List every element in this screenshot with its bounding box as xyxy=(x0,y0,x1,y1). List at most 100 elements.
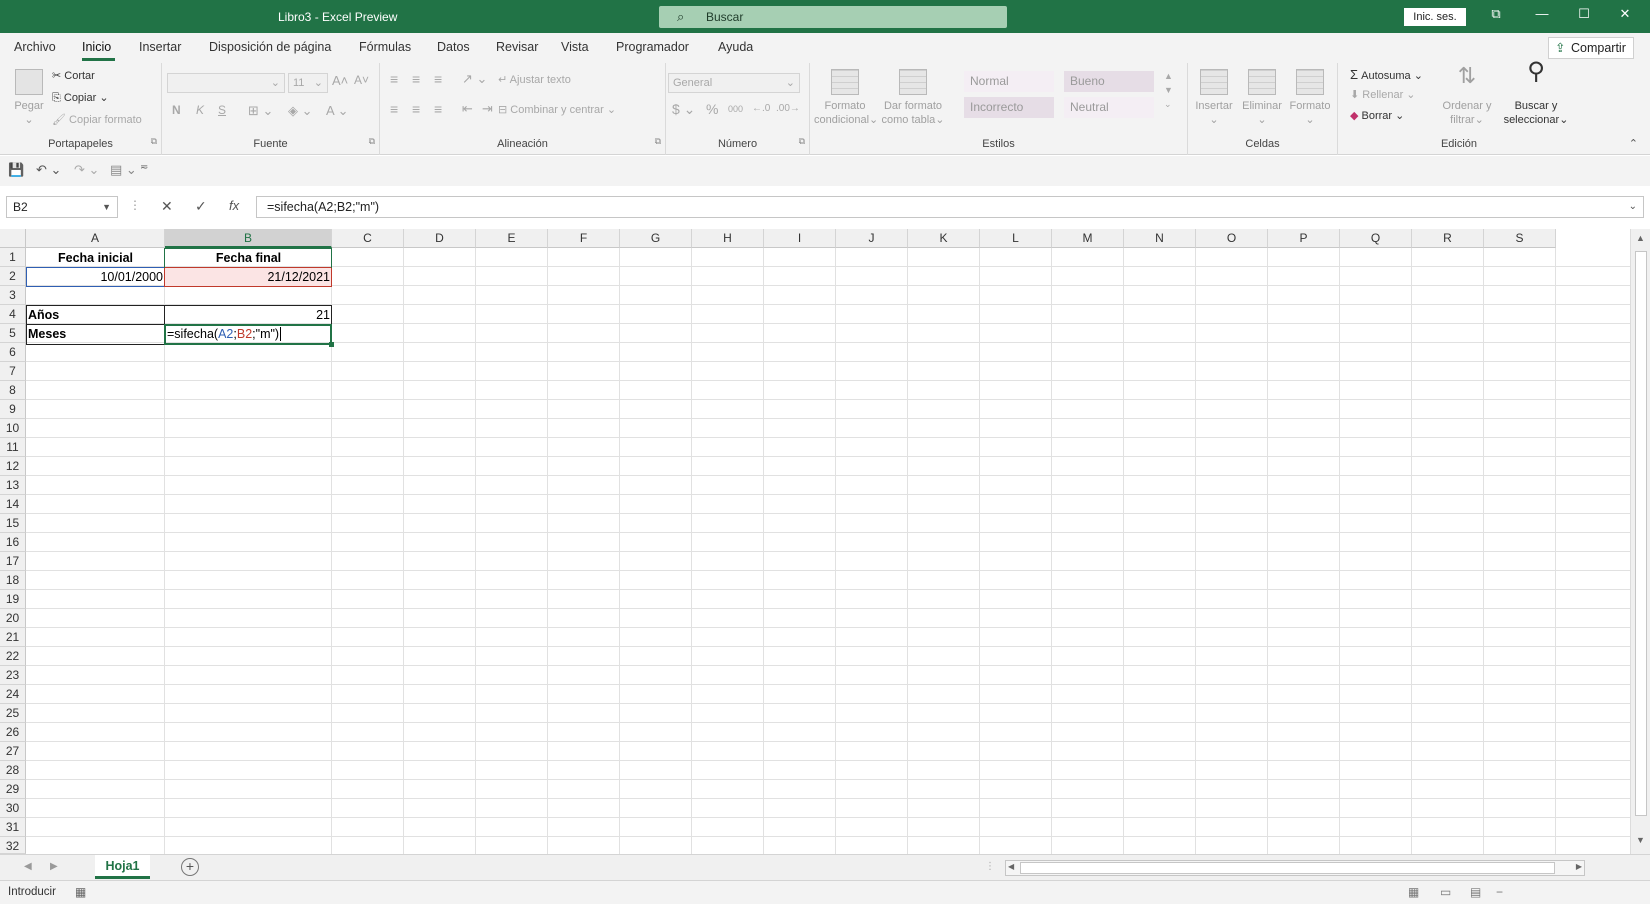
tab-vista[interactable]: Vista xyxy=(561,40,589,54)
cell-a5[interactable]: Meses xyxy=(26,325,165,344)
name-box[interactable]: B2 ▼ xyxy=(6,196,118,218)
column-header-f[interactable]: F xyxy=(548,229,620,248)
italic-button[interactable]: K xyxy=(196,103,204,117)
row-header-20[interactable]: 20 xyxy=(0,609,26,628)
tab-insertar[interactable]: Insertar xyxy=(139,40,181,54)
close-icon[interactable]: ✕ xyxy=(1615,6,1635,26)
bold-button[interactable]: N xyxy=(172,103,181,117)
row-header-29[interactable]: 29 xyxy=(0,780,26,799)
column-header-g[interactable]: G xyxy=(620,229,692,248)
row-header-8[interactable]: 8 xyxy=(0,381,26,400)
row-header-11[interactable]: 11 xyxy=(0,438,26,457)
row-header-16[interactable]: 16 xyxy=(0,533,26,552)
row-header-1[interactable]: 1 xyxy=(0,248,26,267)
row-header-13[interactable]: 13 xyxy=(0,476,26,495)
tab-datos[interactable]: Datos xyxy=(437,40,470,54)
fill-handle[interactable] xyxy=(329,342,334,347)
increase-indent-icon[interactable]: ⇥ xyxy=(482,101,493,117)
cell-a2[interactable]: 10/01/2000 xyxy=(26,268,165,287)
tab-disposicion[interactable]: Disposición de página xyxy=(209,40,331,54)
percent-button[interactable]: % xyxy=(706,101,718,117)
align-bottom-icon[interactable]: ≡ xyxy=(434,71,442,87)
tab-archivo[interactable]: Archivo xyxy=(14,40,56,54)
align-top-icon[interactable]: ≡ xyxy=(390,71,398,87)
sort-filter-button[interactable]: ⇅ Ordenar y filtrar⌄ xyxy=(1438,65,1496,127)
column-header-l[interactable]: L xyxy=(980,229,1052,248)
insert-function-icon[interactable]: fx xyxy=(229,198,239,213)
column-header-n[interactable]: N xyxy=(1124,229,1196,248)
row-header-19[interactable]: 19 xyxy=(0,590,26,609)
column-header-e[interactable]: E xyxy=(476,229,548,248)
column-header-r[interactable]: R xyxy=(1412,229,1484,248)
style-bueno[interactable]: Bueno xyxy=(1064,71,1154,92)
row-header-26[interactable]: 26 xyxy=(0,723,26,742)
row-header-3[interactable]: 3 xyxy=(0,286,26,305)
font-size-combo[interactable]: 11 ⌄ xyxy=(288,73,328,93)
scroll-right-icon[interactable]: ▶ xyxy=(1576,862,1582,871)
paste-button[interactable]: Pegar ⌄ xyxy=(10,69,48,127)
row-header-30[interactable]: 30 xyxy=(0,799,26,818)
dialog-launcher-icon[interactable]: ⧉ xyxy=(369,136,375,147)
thousands-button[interactable]: 000 xyxy=(728,104,743,114)
format-as-table-button[interactable]: Dar formato como tabla⌄ xyxy=(880,69,946,127)
page-break-icon[interactable]: ▤ xyxy=(1470,885,1481,899)
row-header-10[interactable]: 10 xyxy=(0,419,26,438)
styles-scroll-icon[interactable]: ▲ ▼ ⌄ xyxy=(1164,69,1173,111)
row-header-12[interactable]: 12 xyxy=(0,457,26,476)
orientation-icon[interactable]: ↗ ⌄ xyxy=(462,71,487,87)
minimize-icon[interactable]: — xyxy=(1532,6,1552,26)
column-header-b[interactable]: B xyxy=(165,229,332,248)
scroll-up-icon[interactable]: ▲ xyxy=(1636,233,1645,243)
row-header-23[interactable]: 23 xyxy=(0,666,26,685)
decrease-decimal-icon[interactable]: .00→ xyxy=(776,103,800,114)
column-header-d[interactable]: D xyxy=(404,229,476,248)
column-header-p[interactable]: P xyxy=(1268,229,1340,248)
column-header-k[interactable]: K xyxy=(908,229,980,248)
ribbon-display-icon[interactable]: ⧉ xyxy=(1486,6,1506,26)
row-header-25[interactable]: 25 xyxy=(0,704,26,723)
font-name-combo[interactable]: ⌄ xyxy=(167,73,285,93)
shrink-font-icon[interactable]: A˅ xyxy=(354,73,369,87)
spreadsheet-grid[interactable]: ABCDEFGHIJKLMNOPQRS 1 2 3 4 5 6 7 8 9 10 11 12 13 14 1… xyxy=(0,229,1650,854)
horizontal-scroll-thumb[interactable] xyxy=(1020,862,1555,874)
cell-a4[interactable]: Años xyxy=(26,306,165,325)
row-header-14[interactable]: 14 xyxy=(0,495,26,514)
row-header-21[interactable]: 21 xyxy=(0,628,26,647)
zoom-out-icon[interactable]: − xyxy=(1496,885,1503,899)
column-header-h[interactable]: H xyxy=(692,229,764,248)
align-center-icon[interactable]: ≡ xyxy=(412,101,420,117)
clear-button[interactable]: ◆ Borrar ⌄ xyxy=(1350,109,1404,122)
maximize-icon[interactable]: ☐ xyxy=(1574,6,1594,26)
customize-qat-icon[interactable]: ≂ xyxy=(140,162,148,173)
row-header-22[interactable]: 22 xyxy=(0,647,26,666)
cell-b4[interactable]: 21 xyxy=(165,306,332,325)
tab-ayuda[interactable]: Ayuda xyxy=(718,40,753,54)
macro-record-icon[interactable]: ▦ xyxy=(75,885,86,899)
column-header-i[interactable]: I xyxy=(764,229,836,248)
row-header-31[interactable]: 31 xyxy=(0,818,26,837)
tab-formulas[interactable]: Fórmulas xyxy=(359,40,411,54)
cell-b1[interactable]: Fecha final xyxy=(165,249,332,268)
column-header-q[interactable]: Q xyxy=(1340,229,1412,248)
dialog-launcher-icon[interactable]: ⧉ xyxy=(655,136,661,147)
prev-sheet-icon[interactable]: ◀ xyxy=(24,861,32,872)
row-header-24[interactable]: 24 xyxy=(0,685,26,704)
row-header-2[interactable]: 2 xyxy=(0,267,26,286)
increase-decimal-icon[interactable]: ←.0 xyxy=(752,103,770,114)
cell-a1[interactable]: Fecha inicial xyxy=(26,249,165,268)
row-header-9[interactable]: 9 xyxy=(0,400,26,419)
row-header-6[interactable]: 6 xyxy=(0,343,26,362)
row-header-5[interactable]: 5 xyxy=(0,324,26,343)
form-icon[interactable]: ▤ ⌄ xyxy=(110,162,137,178)
tab-programador[interactable]: Programador xyxy=(616,40,689,54)
column-header-m[interactable]: M xyxy=(1052,229,1124,248)
search-box[interactable]: ⌕ Buscar xyxy=(659,6,1007,28)
column-header-j[interactable]: J xyxy=(836,229,908,248)
page-layout-icon[interactable]: ▭ xyxy=(1440,885,1451,899)
vertical-scrollbar[interactable]: ▲ ▼ xyxy=(1630,229,1650,854)
copy-button[interactable]: ⎘ Copiar ⌄ xyxy=(52,91,109,105)
formula-input[interactable]: =sifecha(A2;B2;"m") ⌄ xyxy=(256,196,1644,218)
find-select-button[interactable]: ⚲ Buscar y seleccionar⌄ xyxy=(1498,60,1574,127)
row-header-32[interactable]: 32 xyxy=(0,837,26,854)
share-button[interactable]: ⇪ Compartir xyxy=(1548,37,1634,59)
